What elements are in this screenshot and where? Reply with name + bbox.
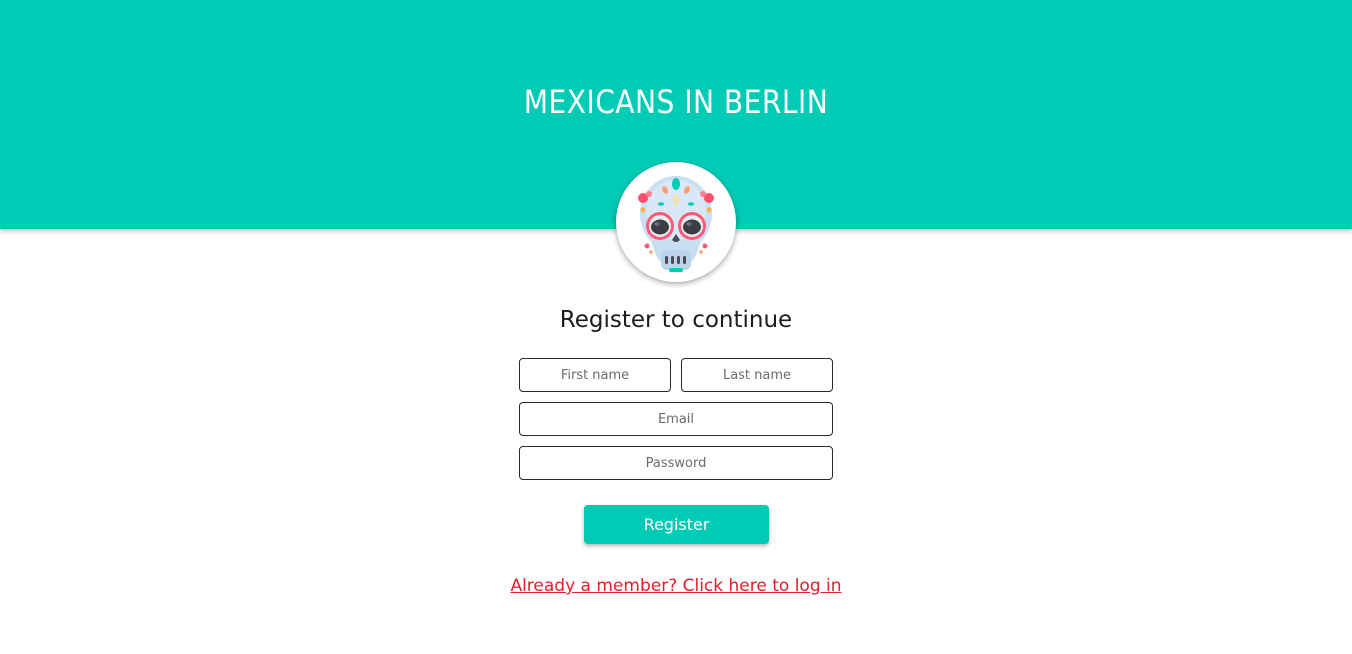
password-field[interactable] <box>519 446 833 480</box>
form-title: Register to continue <box>559 307 793 333</box>
email-field[interactable] <box>519 402 833 436</box>
avatar <box>616 162 736 282</box>
first-name-field[interactable] <box>519 358 671 392</box>
login-link[interactable]: Already a member? Click here to log in <box>510 576 841 596</box>
register-button[interactable]: Register <box>584 505 769 544</box>
site-title: MEXICANS IN BERLIN <box>523 83 829 121</box>
last-name-field[interactable] <box>681 358 833 392</box>
login-link-container: Already a member? Click here to log in <box>0 573 1352 599</box>
sugar-skull-icon <box>638 176 714 272</box>
